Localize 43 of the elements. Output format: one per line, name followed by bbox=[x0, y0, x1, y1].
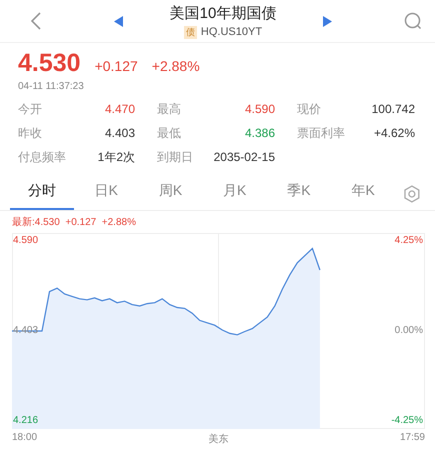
time-axis-label: 美东 bbox=[208, 432, 228, 446]
percent-change: +2.88% bbox=[152, 58, 200, 74]
bond-badge: 债 bbox=[184, 26, 197, 38]
previous-icon[interactable] bbox=[114, 16, 123, 26]
symbol-code: HQ.US10YT bbox=[200, 26, 262, 38]
price-axis-label: 4.590 bbox=[13, 235, 38, 248]
stat-value: 2035-02-15 bbox=[214, 149, 275, 166]
stat-value: 4.590 bbox=[244, 101, 275, 118]
stat-label: 昨收 bbox=[18, 125, 42, 142]
chart-tab[interactable]: 日K bbox=[74, 178, 138, 210]
quote-time: 04-11 11:37:23 bbox=[18, 81, 85, 92]
price-change: +0.127 bbox=[94, 58, 138, 74]
stat-label: 今开 bbox=[18, 101, 42, 118]
percent-axis-label: 4.25% bbox=[394, 235, 423, 248]
stat-label: 票面利率 bbox=[297, 125, 345, 142]
stat-label: 现价 bbox=[297, 101, 321, 118]
time-axis-label: 17:59 bbox=[400, 432, 425, 445]
stat-value: 4.403 bbox=[104, 125, 135, 142]
time-axis-label: 18:00 bbox=[12, 432, 38, 445]
percent-axis-label: 0.00% bbox=[394, 325, 423, 337]
chart-legend: 最新:4.530 +0.127 +2.88% bbox=[12, 215, 425, 229]
stat-value: 4.470 bbox=[104, 101, 135, 118]
stat-value: +4.62% bbox=[374, 125, 415, 142]
stat-label: 付息频率 bbox=[18, 149, 66, 166]
chart-tab[interactable]: 月K bbox=[202, 178, 267, 210]
search-icon[interactable] bbox=[404, 12, 422, 30]
next-icon[interactable] bbox=[323, 16, 332, 26]
price: 4.530 bbox=[18, 49, 81, 78]
back-icon[interactable] bbox=[30, 11, 42, 31]
chart-tab[interactable]: 周K bbox=[138, 178, 203, 210]
chart-tab[interactable]: 年K bbox=[331, 178, 396, 210]
chart-tab[interactable]: 季K bbox=[266, 178, 332, 210]
chart-tab[interactable]: 分时 bbox=[10, 178, 74, 210]
stat-label: 到期日 bbox=[157, 149, 193, 166]
stat-label: 最低 bbox=[157, 125, 181, 142]
stat-label: 最高 bbox=[157, 101, 181, 118]
stat-value: 100.742 bbox=[372, 101, 415, 118]
stat-value: 4.386 bbox=[244, 125, 275, 142]
percent-axis-label: -4.25% bbox=[391, 414, 423, 427]
settings-icon[interactable] bbox=[403, 185, 421, 203]
price-axis-label: 4.216 bbox=[13, 414, 38, 427]
page-title: 美国10年期国债 bbox=[170, 4, 276, 22]
stat-value: 1年2次 bbox=[98, 149, 135, 166]
